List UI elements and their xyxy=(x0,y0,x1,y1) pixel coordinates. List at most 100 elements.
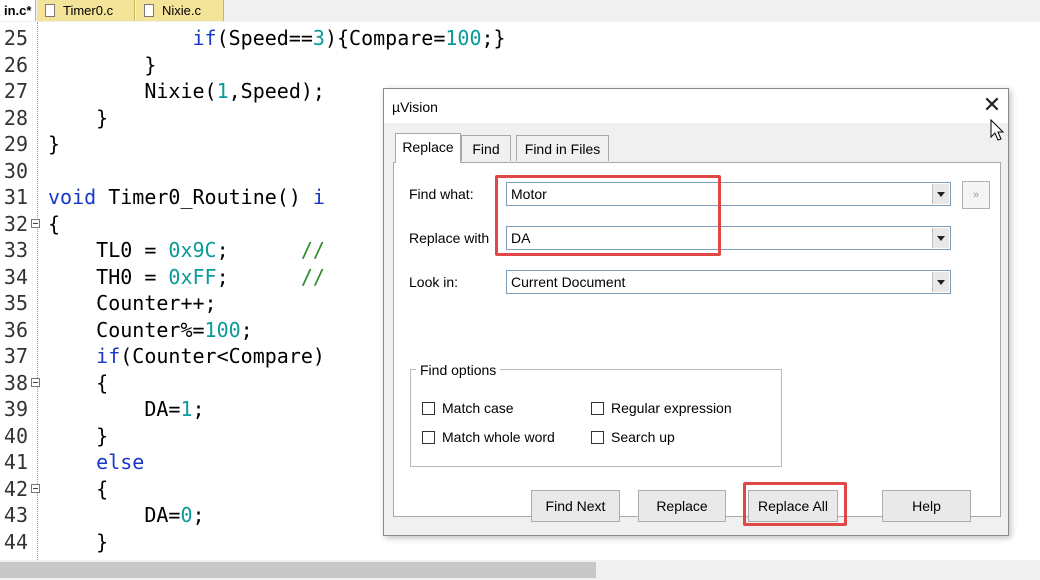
code-token: Timer0_Routine() xyxy=(96,185,313,209)
code-token: Counter%= xyxy=(48,317,205,342)
match-case-label[interactable]: Match case xyxy=(442,400,514,416)
keyword-token: else xyxy=(96,450,145,474)
line-number: 41 xyxy=(3,450,28,474)
line-number: 31 xyxy=(3,185,28,209)
number-token: 1 xyxy=(216,79,229,103)
code-token: ;} xyxy=(481,26,506,50)
line-number: 34 xyxy=(3,264,28,289)
code-token: } xyxy=(48,105,109,130)
code-line[interactable]: Counter++; xyxy=(48,291,217,315)
tab-main-c[interactable]: in.c* xyxy=(0,0,36,21)
line-number: 26 xyxy=(3,52,28,77)
look-in-combobox[interactable]: Current Document xyxy=(506,270,951,294)
replace-dialog: µVision ✕ Replace Find Find in Files Fin… xyxy=(383,88,1009,536)
code-line[interactable]: TH0 = 0xFF; // xyxy=(48,267,325,287)
find-next-button[interactable]: Find Next xyxy=(531,490,620,522)
code-line[interactable]: TL0 = 0x9C; // xyxy=(48,240,325,260)
code-token: } xyxy=(48,52,157,77)
code-line[interactable]: } xyxy=(48,134,60,154)
chevron-down-icon[interactable] xyxy=(932,272,949,292)
code-token: } xyxy=(48,132,61,156)
code-line[interactable]: if(Speed==3){Compare=100;} xyxy=(48,28,506,48)
line-number: 36 xyxy=(3,317,28,342)
line-number: 29 xyxy=(3,132,28,156)
replace-button[interactable]: Replace xyxy=(638,490,726,522)
fold-collapse-icon[interactable] xyxy=(31,218,40,228)
code-line[interactable]: DA=1; xyxy=(48,397,204,421)
number-token: 100 xyxy=(445,26,482,50)
editor-tab-bar: in.c* Timer0.c Nixie.c xyxy=(0,0,1040,23)
code-line[interactable]: else xyxy=(48,452,144,472)
line-number: 33 xyxy=(3,238,28,262)
fold-collapse-icon[interactable] xyxy=(31,377,40,387)
scrollbar-thumb[interactable] xyxy=(0,562,596,578)
line-number: 27 xyxy=(3,79,28,103)
code-line[interactable]: DA=0; xyxy=(48,503,205,527)
code-line[interactable]: } xyxy=(48,55,156,75)
tab-find[interactable]: Find xyxy=(461,135,511,161)
code-token: DA= xyxy=(48,503,181,527)
match-whole-word-checkbox[interactable] xyxy=(422,431,435,444)
tab-label: Timer0.c xyxy=(63,3,114,18)
code-line[interactable]: { xyxy=(48,373,108,393)
horizontal-scrollbar[interactable] xyxy=(0,560,1040,580)
code-token: ; xyxy=(240,317,253,342)
chevron-down-icon[interactable] xyxy=(932,184,949,204)
code-token: ; xyxy=(192,503,205,527)
help-label: Help xyxy=(912,498,941,514)
code-line[interactable]: { xyxy=(48,479,108,499)
line-number: 39 xyxy=(3,397,28,421)
tab-label: Nixie.c xyxy=(162,3,202,18)
line-number: 42 xyxy=(3,476,28,501)
keyword-token: if xyxy=(96,344,121,368)
code-line[interactable]: if(Counter<Compare) xyxy=(48,346,325,366)
tab-replace-label: Replace xyxy=(402,139,454,155)
expand-button[interactable]: » xyxy=(962,181,990,209)
search-up-label[interactable]: Search up xyxy=(611,429,675,445)
tab-nixie-c[interactable]: Nixie.c xyxy=(136,0,224,21)
fold-collapse-icon[interactable] xyxy=(31,483,40,493)
highlight-box-find-replace xyxy=(495,175,721,256)
line-number-gutter: 25 26 27 28 29 30 31 32 33 34 35 36 37 38 39 40 41 42 43 44 xyxy=(0,22,44,560)
chevron-down-icon[interactable] xyxy=(932,228,949,248)
code-line[interactable]: Counter%=100; xyxy=(48,320,253,340)
comment-token: // xyxy=(300,264,325,289)
line-number: 37 xyxy=(3,344,28,368)
code-token: { xyxy=(48,476,109,501)
code-line[interactable]: Nixie(1,Speed); xyxy=(48,81,325,101)
replace-with-label: Replace with xyxy=(409,230,490,246)
line-number: 28 xyxy=(3,105,28,130)
tab-label: in.c* xyxy=(4,3,32,18)
number-token: 1 xyxy=(180,397,193,421)
code-line[interactable]: { xyxy=(48,214,60,234)
line-number: 43 xyxy=(3,503,28,527)
code-line[interactable]: } xyxy=(48,108,108,128)
help-button[interactable]: Help xyxy=(882,490,971,522)
keyword-token: void xyxy=(48,185,97,209)
line-number: 35 xyxy=(3,291,28,315)
code-line[interactable]: } xyxy=(48,426,108,446)
regular-expression-checkbox[interactable] xyxy=(591,402,604,415)
code-line[interactable]: void Timer0_Routine() i xyxy=(48,187,325,207)
match-whole-word-label[interactable]: Match whole word xyxy=(442,429,555,445)
tab-find-in-files[interactable]: Find in Files xyxy=(516,135,609,161)
close-icon[interactable]: ✕ xyxy=(980,93,1004,117)
code-line[interactable]: } xyxy=(48,532,108,552)
find-options-label: Find options xyxy=(416,362,501,378)
line-number: 40 xyxy=(3,423,28,448)
code-token: Counter++; xyxy=(48,291,217,315)
replace-label: Replace xyxy=(656,498,708,514)
regular-expression-label[interactable]: Regular expression xyxy=(611,400,732,416)
match-case-checkbox[interactable] xyxy=(422,402,435,415)
look-in-label: Look in: xyxy=(409,274,459,290)
find-what-label: Find what: xyxy=(409,186,474,202)
tab-timer0-c[interactable]: Timer0.c xyxy=(37,0,135,21)
code-token: (Speed== xyxy=(216,26,313,50)
dialog-title: µVision xyxy=(392,99,438,115)
search-up-checkbox[interactable] xyxy=(591,431,604,444)
dialog-titlebar[interactable]: µVision ✕ xyxy=(384,89,1008,123)
code-token: { xyxy=(48,211,61,236)
keyword-token: if xyxy=(192,26,217,50)
tab-replace[interactable]: Replace xyxy=(395,133,461,163)
